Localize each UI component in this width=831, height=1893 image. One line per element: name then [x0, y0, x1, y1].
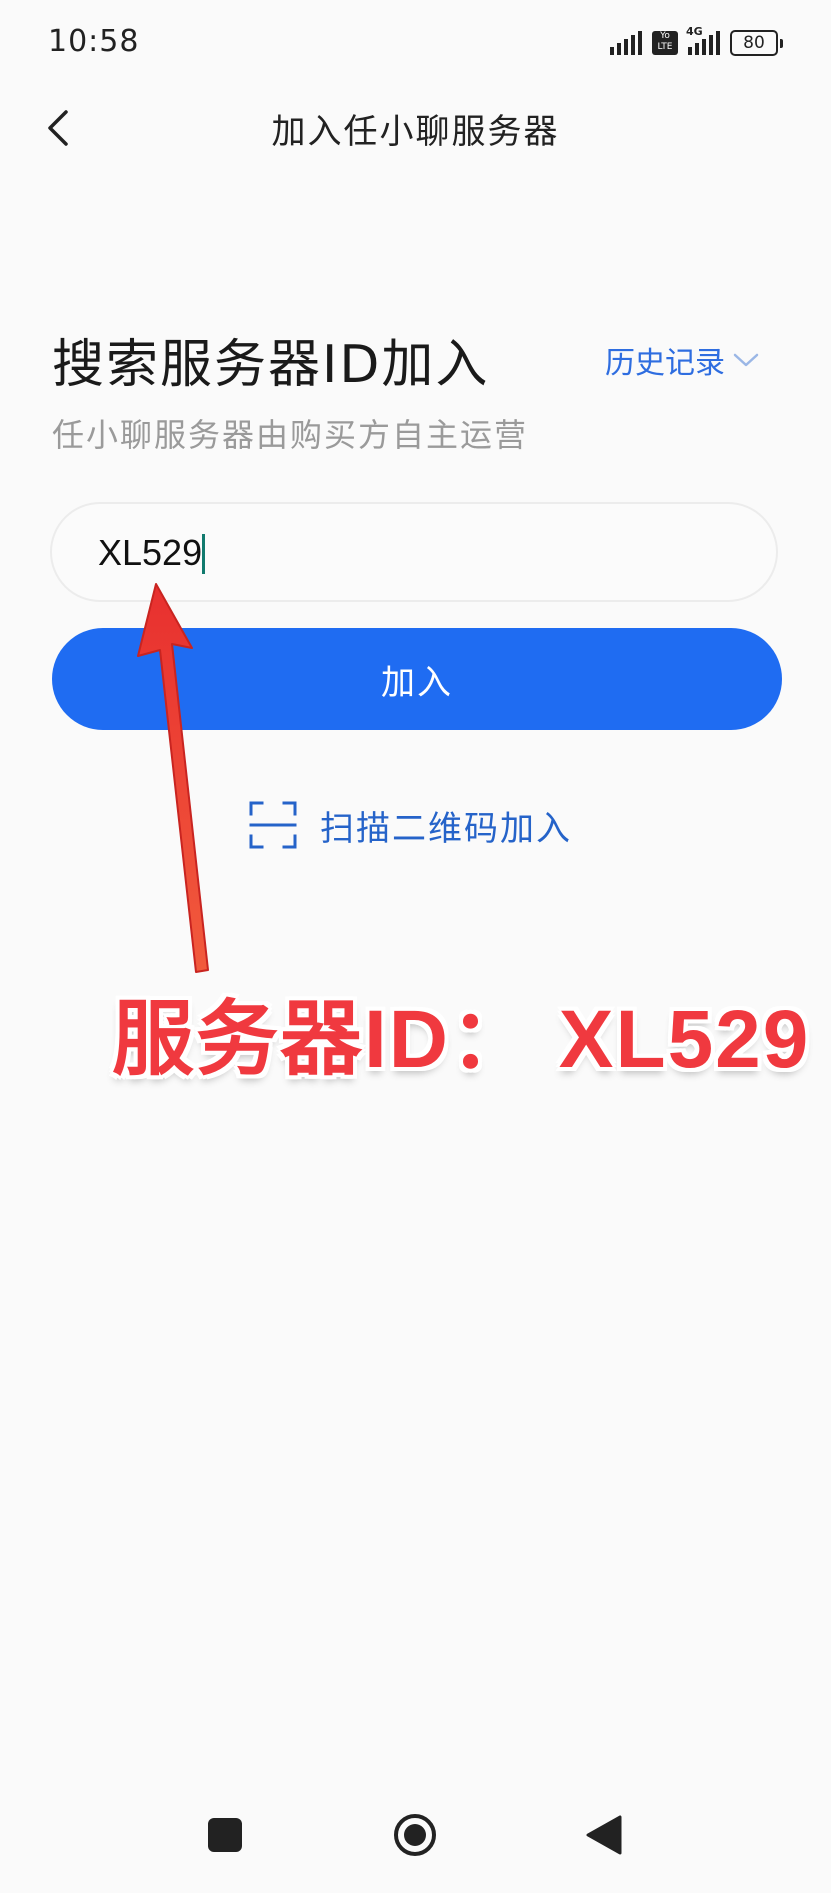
volte-line1: Yo: [660, 31, 670, 41]
battery-icon: 80: [730, 30, 783, 56]
network-4g-icon: 4G: [686, 25, 720, 55]
annotation-label: 服务器ID： XL529: [112, 994, 811, 1085]
scan-frame-icon: [249, 801, 297, 849]
status-time: 10:58: [48, 24, 140, 59]
volte-line2: LTE: [657, 42, 673, 52]
system-nav-bar: [0, 1800, 831, 1880]
page-title: 加入任小聊服务器: [271, 112, 560, 152]
battery-level: 80: [730, 30, 778, 56]
scan-label: 扫描二维码加入: [320, 808, 572, 849]
status-icons: Yo LTE 4G 80: [610, 25, 783, 58]
search-heading: 搜索服务器ID加入: [52, 335, 490, 395]
network-label: 4G: [686, 25, 703, 38]
home-button[interactable]: [392, 1812, 438, 1858]
volte-icon: Yo LTE: [652, 31, 678, 55]
scan-qr-button[interactable]: 扫描二维码加入: [248, 800, 572, 850]
battery-tip: [780, 38, 783, 48]
history-label: 历史记录: [605, 346, 725, 381]
annotation-arrow-icon: [137, 583, 209, 973]
join-server-screen: 10:58 Yo LTE 4G 80 加入任小聊服务器 搜索服务器ID加入 历史…: [0, 0, 831, 1893]
status-bar: 10:58 Yo LTE 4G 80: [0, 0, 831, 90]
history-dropdown[interactable]: 历史记录: [605, 338, 761, 382]
text-caret: [202, 534, 206, 574]
chevron-down-icon: [733, 353, 759, 367]
recent-apps-button[interactable]: [208, 1818, 242, 1852]
signal-strength-icon: [610, 31, 642, 55]
nav-header: 加入任小聊服务器: [0, 90, 831, 170]
system-back-button[interactable]: [584, 1814, 624, 1856]
subtitle: 任小聊服务器由购买方自主运营: [52, 416, 529, 454]
